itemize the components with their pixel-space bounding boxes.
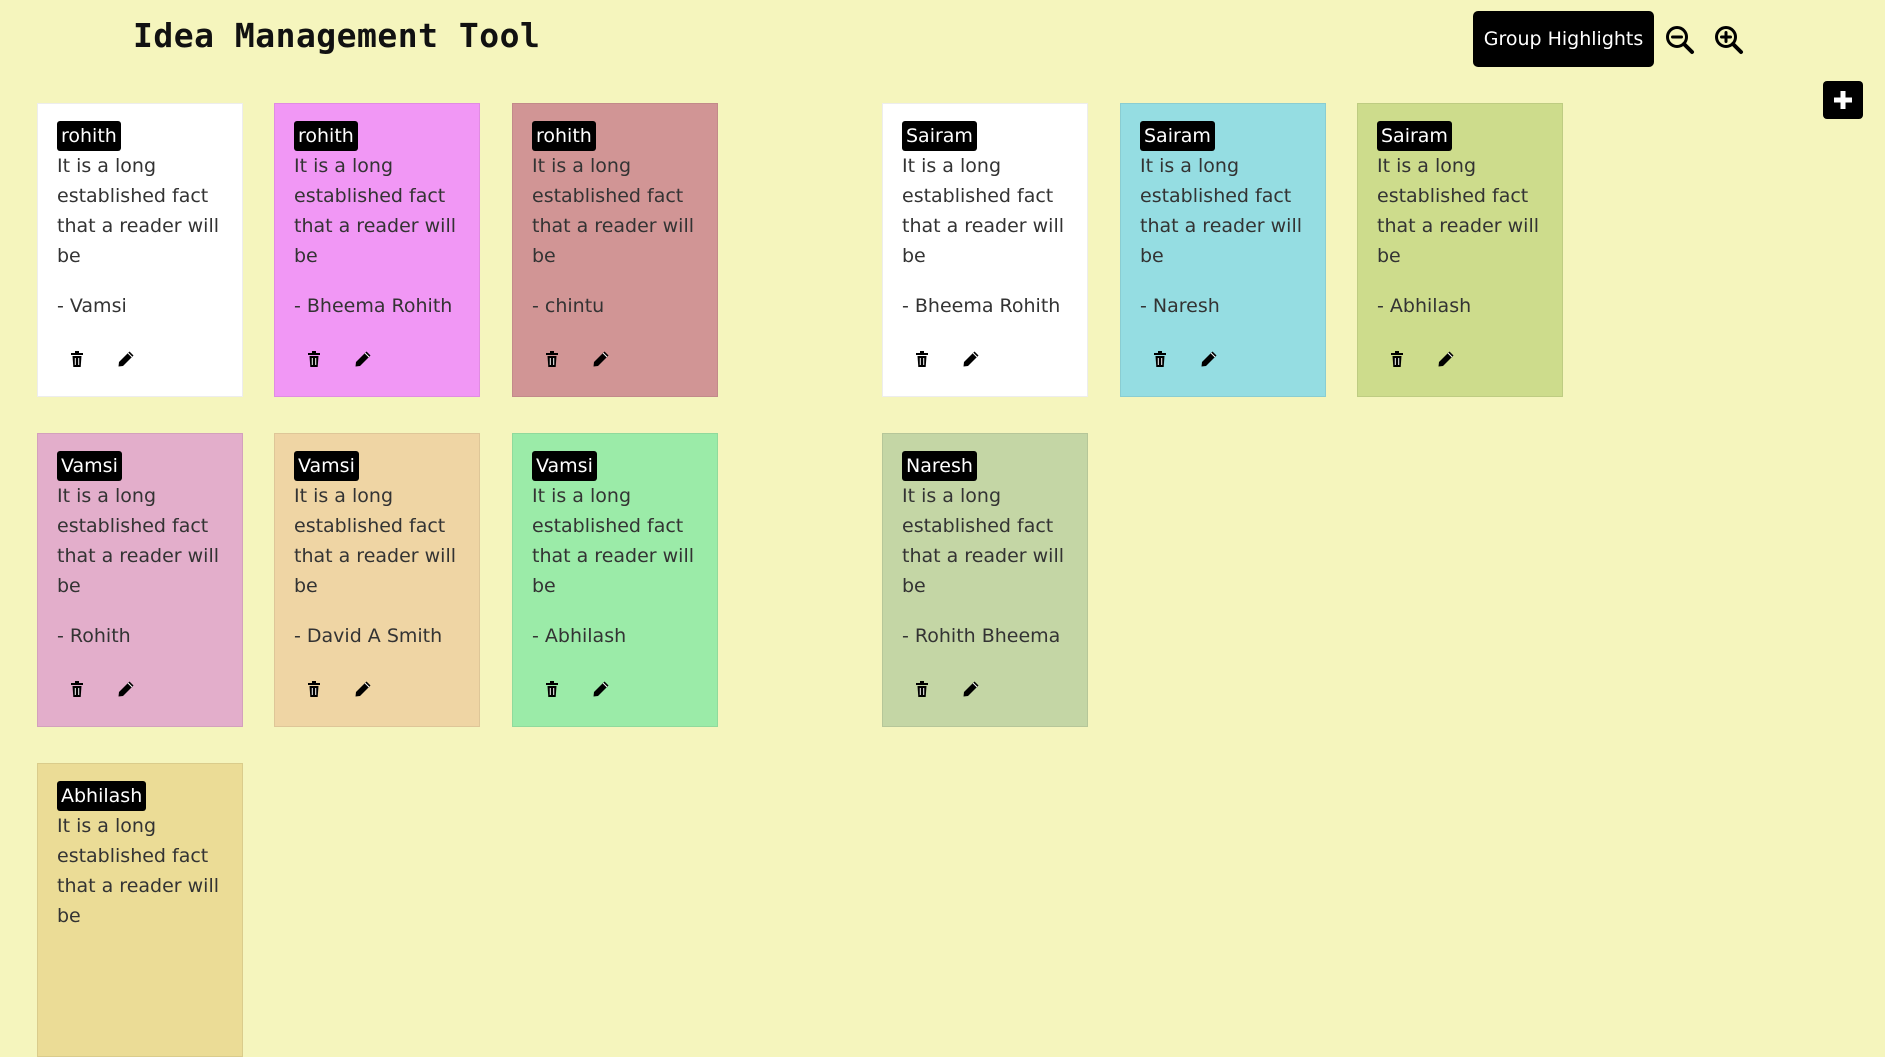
note-owner-tag: rohith: [294, 121, 358, 151]
pencil-icon: [963, 351, 979, 367]
note-owner-tag: Sairam: [1140, 121, 1215, 151]
trash-icon: [1154, 351, 1166, 367]
zoom-in-icon: [1715, 26, 1743, 54]
pencil-icon: [593, 681, 609, 697]
note-text: It is a long established fact that a rea…: [57, 155, 220, 267]
pencil-icon: [593, 351, 609, 367]
trash-icon: [308, 351, 320, 367]
delete-note-button[interactable]: [913, 349, 933, 369]
note-author: - Rohith: [57, 625, 131, 647]
idea-note: Sairam It is a long established fact tha…: [1357, 103, 1563, 397]
delete-note-button[interactable]: [913, 679, 933, 699]
pencil-icon: [118, 351, 134, 367]
idea-note: Vamsi It is a long established fact that…: [274, 433, 480, 727]
trash-icon: [1391, 351, 1403, 367]
edit-note-button[interactable]: [962, 349, 982, 369]
edit-note-button[interactable]: [117, 679, 137, 699]
trash-icon: [546, 681, 558, 697]
delete-note-button[interactable]: [1388, 349, 1408, 369]
note-text: It is a long established fact that a rea…: [294, 155, 457, 267]
pencil-icon: [118, 681, 134, 697]
note-owner-tag: Sairam: [1377, 121, 1452, 151]
note-author: - David A Smith: [294, 625, 443, 647]
note-owner-tag: Sairam: [902, 121, 977, 151]
note-author: - Bheema Rohith: [294, 295, 453, 317]
edit-note-button[interactable]: [1200, 349, 1220, 369]
group-highlights-button[interactable]: Group Highlights: [1473, 11, 1654, 67]
add-note-button[interactable]: [1823, 81, 1863, 119]
note-owner-tag: rohith: [57, 121, 121, 151]
delete-note-button[interactable]: [305, 349, 325, 369]
edit-note-button[interactable]: [1437, 349, 1457, 369]
trash-icon: [71, 681, 83, 697]
trash-icon: [308, 681, 320, 697]
note-text: It is a long established fact that a rea…: [902, 155, 1065, 267]
pencil-icon: [355, 351, 371, 367]
note-owner-tag: Vamsi: [57, 451, 122, 481]
trash-icon: [916, 351, 928, 367]
idea-note: Naresh It is a long established fact tha…: [882, 433, 1088, 727]
delete-note-button[interactable]: [305, 679, 325, 699]
pencil-icon: [1438, 351, 1454, 367]
zoom-in-button[interactable]: [1711, 22, 1747, 58]
note-text: It is a long established fact that a rea…: [1140, 155, 1303, 267]
idea-note: Abhilash It is a long established fact t…: [37, 763, 243, 1057]
edit-note-button[interactable]: [592, 349, 612, 369]
pencil-icon: [963, 681, 979, 697]
zoom-out-button[interactable]: [1662, 22, 1698, 58]
note-author: - Abhilash: [1377, 295, 1472, 317]
page-title: Idea Management Tool: [133, 16, 541, 55]
plus-icon: [1834, 91, 1852, 109]
idea-note: rohith It is a long established fact tha…: [37, 103, 243, 397]
note-text: It is a long established fact that a rea…: [57, 485, 220, 597]
pencil-icon: [1201, 351, 1217, 367]
note-text: It is a long established fact that a rea…: [532, 155, 695, 267]
edit-note-button[interactable]: [354, 349, 374, 369]
edit-note-button[interactable]: [117, 349, 137, 369]
idea-note: Sairam It is a long established fact tha…: [1120, 103, 1326, 397]
note-text: It is a long established fact that a rea…: [1377, 155, 1540, 267]
note-author: - chintu: [532, 295, 605, 317]
edit-note-button[interactable]: [592, 679, 612, 699]
idea-note: Vamsi It is a long established fact that…: [37, 433, 243, 727]
note-owner-tag: Vamsi: [532, 451, 597, 481]
pencil-icon: [355, 681, 371, 697]
trash-icon: [546, 351, 558, 367]
trash-icon: [71, 351, 83, 367]
trash-icon: [916, 681, 928, 697]
note-text: It is a long established fact that a rea…: [57, 815, 220, 927]
note-author: - Naresh: [1140, 295, 1220, 317]
note-text: It is a long established fact that a rea…: [532, 485, 695, 597]
idea-note: rohith It is a long established fact tha…: [274, 103, 480, 397]
delete-note-button[interactable]: [68, 349, 88, 369]
note-owner-tag: rohith: [532, 121, 596, 151]
note-owner-tag: Naresh: [902, 451, 977, 481]
zoom-out-icon: [1666, 26, 1694, 54]
idea-note: Sairam It is a long established fact tha…: [882, 103, 1088, 397]
note-author: - Vamsi: [57, 295, 127, 317]
delete-note-button[interactable]: [543, 679, 563, 699]
edit-note-button[interactable]: [354, 679, 374, 699]
delete-note-button[interactable]: [543, 349, 563, 369]
note-owner-tag: Abhilash: [57, 781, 147, 811]
note-text: It is a long established fact that a rea…: [902, 485, 1065, 597]
note-author: - Bheema Rohith: [902, 295, 1061, 317]
idea-note: rohith It is a long established fact tha…: [512, 103, 718, 397]
delete-note-button[interactable]: [68, 679, 88, 699]
note-author: - Rohith Bheema: [902, 625, 1061, 647]
note-owner-tag: Vamsi: [294, 451, 359, 481]
edit-note-button[interactable]: [962, 679, 982, 699]
delete-note-button[interactable]: [1151, 349, 1171, 369]
note-text: It is a long established fact that a rea…: [294, 485, 457, 597]
note-author: - Abhilash: [532, 625, 627, 647]
idea-note: Vamsi It is a long established fact that…: [512, 433, 718, 727]
